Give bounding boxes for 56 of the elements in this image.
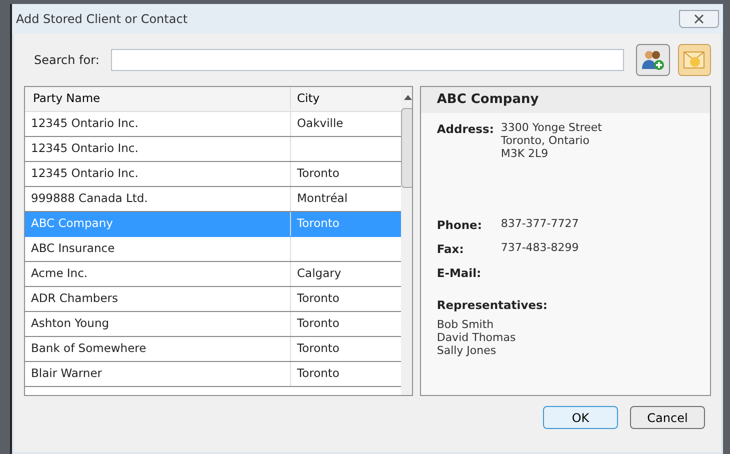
table-row[interactable]: Bank of Somewhere Toronto bbox=[25, 337, 401, 362]
table-cell-text: Oakville bbox=[296, 115, 344, 132]
table-row[interactable]: 12345 Ontario Inc. Oakville bbox=[25, 112, 401, 137]
table-row[interactable]: ABC Insurance bbox=[25, 237, 401, 262]
window-title: Add Stored Client or Contact bbox=[16, 11, 188, 28]
column-header[interactable]: Party Name bbox=[25, 87, 291, 111]
table-cell-text: Toronto bbox=[296, 340, 340, 358]
table-cell: 12345 Ontario Inc. bbox=[25, 162, 291, 186]
table-row[interactable]: 999888 Canada Ltd. Montréal bbox=[25, 187, 401, 212]
close-icon bbox=[694, 14, 704, 24]
field-label: Phone: bbox=[436, 217, 483, 234]
table-cell: ABC Insurance bbox=[25, 237, 291, 261]
field-label: E-Mail: bbox=[436, 265, 482, 282]
table-cell: ABC Company bbox=[25, 212, 291, 236]
close-button[interactable] bbox=[679, 10, 719, 28]
table-row[interactable]: ADR Chambers Toronto bbox=[25, 287, 401, 312]
table-row[interactable]: Acme Inc. Calgary bbox=[25, 262, 401, 287]
table-cell-text: Toronto bbox=[296, 315, 340, 332]
field-label: Address: bbox=[436, 121, 495, 138]
table-cell: Ashton Young bbox=[25, 312, 291, 336]
table-cell-text: Toronto bbox=[296, 215, 340, 232]
table-cell: 12345 Ontario Inc. bbox=[25, 137, 291, 161]
section-label: Representatives: bbox=[436, 297, 548, 314]
table-cell-text: Calgary bbox=[296, 265, 342, 282]
table-cell: ADR Chambers bbox=[25, 287, 291, 311]
table-cell-text: Toronto bbox=[296, 165, 340, 182]
table-cell: Blair Warner bbox=[25, 362, 291, 386]
representatives-list: Bob Smith David Thomas Sally Jones bbox=[436, 318, 694, 358]
field-value: 737-483-8299 bbox=[500, 241, 579, 256]
scroll-thumb[interactable] bbox=[401, 108, 412, 188]
field-value: 837-377-7727 bbox=[500, 217, 579, 232]
table-cell: 12345 Ontario Inc. bbox=[25, 112, 291, 136]
contact-button[interactable] bbox=[678, 44, 711, 76]
table-cell: 999888 Canada Ltd. bbox=[25, 187, 291, 211]
add-contact-button[interactable] bbox=[636, 44, 670, 76]
field-label: Fax: bbox=[436, 241, 465, 258]
scroll-up-icon[interactable] bbox=[404, 95, 412, 100]
dialog-button[interactable]: OK bbox=[543, 406, 618, 429]
table-cell-text: Toronto bbox=[296, 365, 340, 382]
people-add-icon bbox=[640, 49, 665, 71]
search-field[interactable] bbox=[110, 49, 624, 71]
table-cell-text: Toronto bbox=[296, 290, 340, 308]
table-row[interactable]: 12345 Ontario Inc. Toronto bbox=[25, 162, 401, 187]
envelope-icon bbox=[682, 49, 706, 71]
table-cell-text: Montréal bbox=[296, 190, 349, 208]
table-cell: Bank of Somewhere bbox=[25, 337, 291, 361]
table-row[interactable]: Blair Warner Toronto bbox=[25, 362, 401, 387]
field-value: 3300 Yonge Street Toronto, Ontario M3K 2L9 bbox=[500, 121, 602, 162]
table-row[interactable]: Ashton Young Toronto bbox=[25, 312, 401, 337]
table-row[interactable]: 12345 Ontario Inc. bbox=[25, 137, 401, 162]
search-label: Search for: bbox=[33, 52, 100, 69]
scrollbar[interactable] bbox=[401, 87, 412, 395]
details-title: ABC Company bbox=[436, 91, 539, 110]
table-cell: Acme Inc. bbox=[25, 262, 291, 286]
dialog-button[interactable]: Cancel bbox=[630, 406, 705, 429]
column-header[interactable]: City bbox=[291, 87, 401, 111]
